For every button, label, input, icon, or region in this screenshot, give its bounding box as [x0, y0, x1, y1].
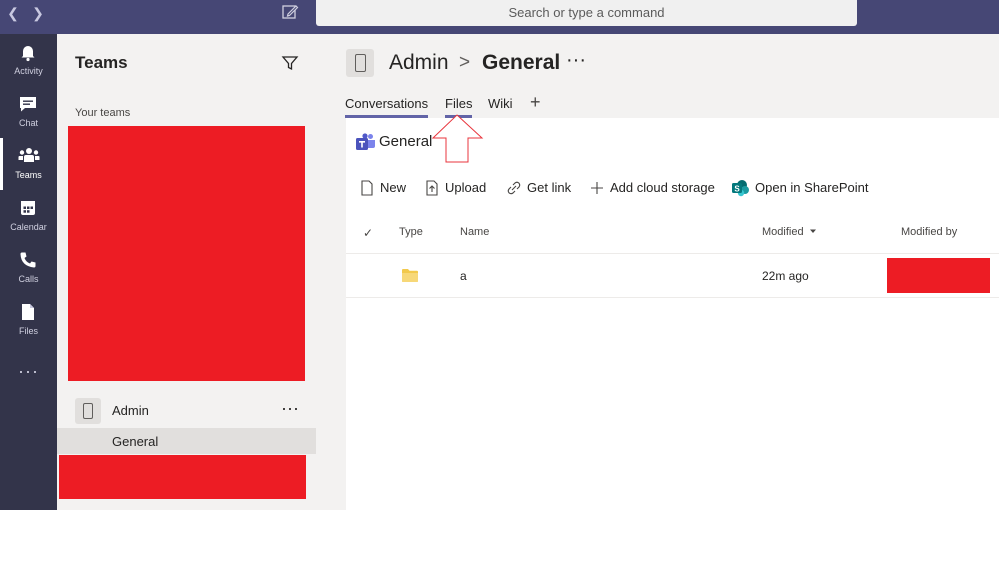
device-icon [355, 54, 366, 72]
bell-icon [21, 46, 35, 62]
calendar-icon [21, 201, 35, 215]
library-title: General [379, 133, 433, 150]
rail-item-calls[interactable]: Calls [0, 242, 57, 294]
panel-title: Teams [75, 53, 128, 72]
redacted-block [68, 126, 305, 381]
title-bar: ❮ ❯ Search or type a command [0, 0, 999, 34]
more-apps-icon[interactable]: ··· [0, 361, 57, 382]
forward-arrow-icon[interactable]: ❯ [29, 4, 47, 22]
teams-app: ❮ ❯ Search or type a command Activity Ch… [0, 0, 999, 510]
rail-item-activity[interactable]: Activity [0, 34, 57, 86]
teams-icon [18, 148, 40, 162]
breadcrumb-channel: General [482, 51, 561, 74]
rail-item-calendar[interactable]: Calendar [0, 190, 57, 242]
more-options-icon[interactable]: ··· [281, 398, 299, 419]
team-name: Admin [112, 403, 149, 418]
rail-label: Files [18, 326, 38, 336]
open-in-sharepoint-label: Open in SharePoint [755, 180, 869, 195]
file-modified: 22m ago [762, 269, 809, 283]
more-options-icon[interactable]: ··· [566, 49, 586, 72]
column-header-modified[interactable]: Modified [762, 226, 817, 238]
compose-icon[interactable] [281, 3, 299, 21]
column-header-modified-label: Modified [762, 226, 804, 238]
phone-icon [20, 252, 36, 268]
back-arrow-icon[interactable]: ❮ [4, 4, 22, 22]
team-item-admin[interactable]: Admin ··· [57, 394, 316, 426]
sharepoint-icon: S [732, 180, 749, 197]
upload-label: Upload [445, 180, 487, 195]
device-icon [83, 403, 93, 419]
app-rail: Activity Chat Teams Calendar Calls Files… [0, 34, 57, 510]
rail-item-files[interactable]: Files [0, 294, 57, 346]
get-link-label: Get link [527, 180, 572, 195]
rail-label: Teams [15, 170, 42, 180]
tab-conversations[interactable]: Conversations [345, 96, 429, 118]
svg-text:S: S [734, 184, 740, 193]
rail-label: Activity [14, 66, 43, 76]
team-avatar [346, 49, 374, 77]
breadcrumb-team[interactable]: Admin [389, 51, 449, 75]
your-teams-label: Your teams [75, 107, 131, 119]
teams-panel: Teams Your teams Admin ··· General [57, 34, 316, 510]
redacted-block [887, 258, 990, 293]
tab-wiki[interactable]: Wiki [488, 96, 513, 115]
rail-label: Calls [18, 274, 39, 284]
row-divider [346, 297, 999, 298]
chat-icon [20, 97, 36, 112]
rail-label: Chat [18, 118, 38, 128]
add-tab-button[interactable]: + [530, 92, 541, 113]
rail-item-chat[interactable]: Chat [0, 86, 57, 138]
search-input[interactable]: Search or type a command [316, 0, 857, 26]
breadcrumb-separator: > [459, 52, 471, 73]
new-label: New [380, 180, 407, 195]
select-all-checkbox[interactable]: ✓ [363, 226, 373, 240]
redacted-block [59, 455, 306, 499]
team-avatar [75, 398, 101, 424]
annotation-arrow-icon [432, 114, 484, 163]
rail-label: Calendar [10, 222, 47, 232]
channel-item-general[interactable]: General [57, 428, 316, 454]
add-cloud-storage-label: Add cloud storage [610, 180, 715, 195]
channel-name: General [112, 434, 159, 449]
folder-icon [402, 269, 418, 282]
link-icon [507, 181, 521, 195]
teams-logo-icon [356, 133, 375, 150]
column-header-modified-by[interactable]: Modified by [901, 226, 957, 238]
column-header-type[interactable]: Type [399, 226, 423, 238]
upload-icon [426, 180, 438, 196]
table-row[interactable]: a 22m ago [346, 254, 999, 297]
sort-down-icon [809, 229, 816, 233]
file-name[interactable]: a [460, 269, 467, 283]
file-icon [22, 304, 34, 320]
new-file-icon [361, 180, 373, 196]
filter-icon[interactable] [281, 54, 299, 72]
rail-item-teams[interactable]: Teams [0, 138, 57, 190]
main-area: Admin > General ··· Conversations Files … [316, 34, 999, 510]
plus-icon [591, 182, 603, 194]
column-header-name[interactable]: Name [460, 226, 489, 238]
files-content: General New Upload Get link Add cloud st… [346, 114, 999, 510]
